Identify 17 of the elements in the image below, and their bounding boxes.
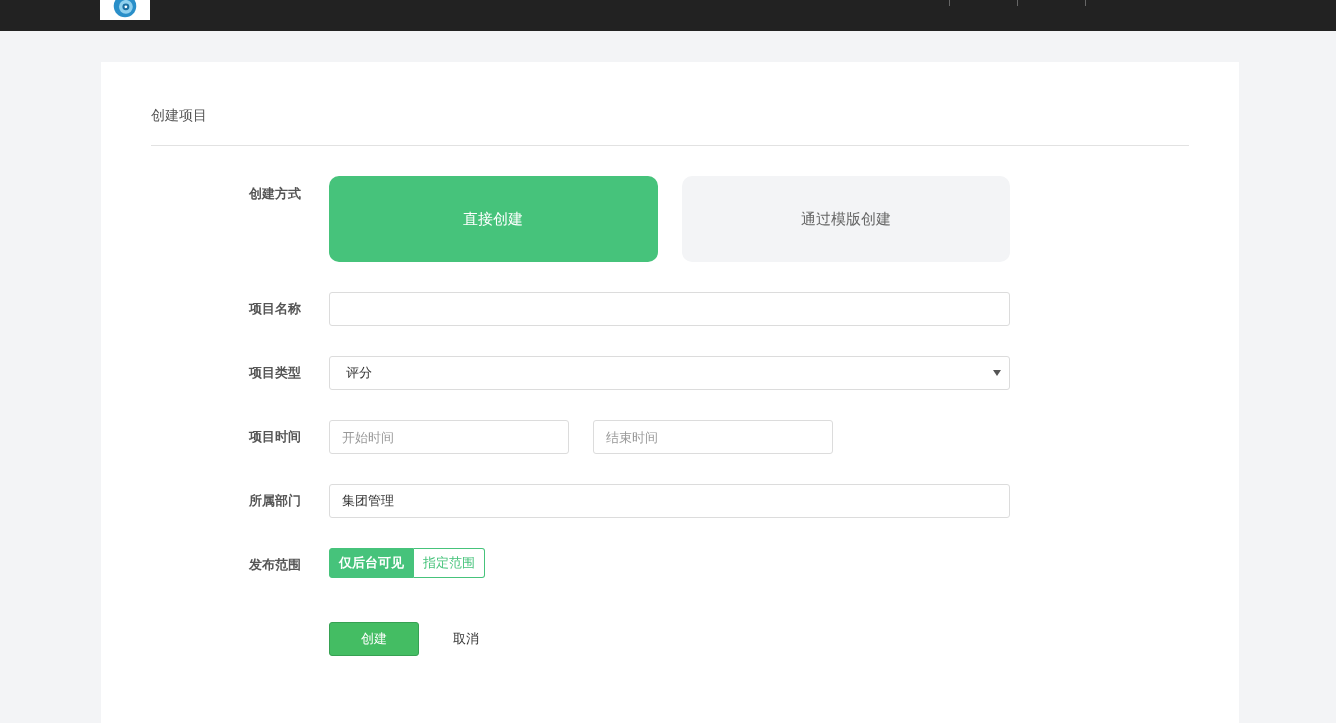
field-label: 创建方式: [248, 185, 302, 203]
field-label: 项目类型: [247, 364, 302, 382]
field-label: 项目名称: [247, 300, 302, 318]
field-label: 发布范围: [248, 556, 302, 574]
dropdown-select[interactable]: 评分: [329, 356, 1010, 390]
page-title: 创建项目: [151, 106, 208, 125]
date-input-field[interactable]: 开始时间: [329, 420, 569, 454]
text-input-field[interactable]: 集团管理: [329, 484, 1010, 518]
field-label: 所属部门: [248, 492, 302, 510]
field-label: 项目时间: [247, 428, 302, 446]
logo[interactable]: [100, 0, 150, 20]
logo-icon: [112, 0, 138, 19]
date-input-field[interactable]: 结束时间: [593, 420, 833, 454]
creation-method-option[interactable]: 通过模版创建: [681, 176, 1010, 262]
cancel-button[interactable]: 取消: [443, 630, 489, 648]
dropdown-caret-icon: [993, 370, 1001, 376]
text-input-field[interactable]: [329, 292, 1010, 326]
